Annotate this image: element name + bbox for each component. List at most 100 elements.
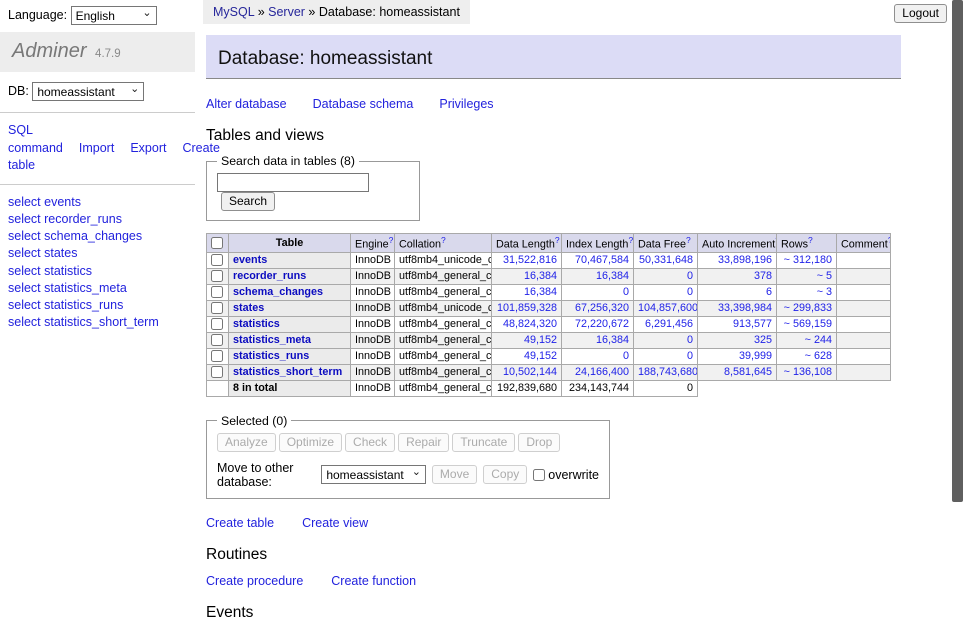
data-length-cell-link[interactable]: 16,384 bbox=[524, 286, 557, 298]
repair-button[interactable]: Repair bbox=[398, 433, 449, 452]
index-length-cell-link[interactable]: 16,384 bbox=[596, 270, 629, 282]
auto-increment-cell-link[interactable]: 378 bbox=[754, 270, 772, 282]
rows-count-cell-link[interactable]: ~ 5 bbox=[817, 270, 832, 282]
table-name-link[interactable]: statistics_short_term bbox=[233, 366, 342, 378]
rows-count-cell-link[interactable]: ~ 136,108 bbox=[784, 366, 832, 378]
breadcrumb-link[interactable]: MySQL bbox=[213, 5, 254, 19]
data-free-cell-link[interactable]: 188,743,680 bbox=[638, 366, 698, 378]
search-button[interactable]: Search bbox=[221, 192, 275, 211]
create-view-link[interactable]: Create view bbox=[302, 516, 368, 530]
table-name-link[interactable]: schema_changes bbox=[233, 286, 323, 298]
database-link[interactable]: Alter database bbox=[206, 97, 287, 111]
auto-increment-cell-link[interactable]: 325 bbox=[754, 334, 772, 346]
sidebar-action-link[interactable]: Import bbox=[79, 141, 114, 155]
check-all-checkbox[interactable] bbox=[211, 237, 223, 249]
overwrite-checkbox[interactable] bbox=[533, 469, 545, 481]
data-length-cell-link[interactable]: 31,522,816 bbox=[503, 254, 557, 266]
help-icon[interactable]: ? bbox=[441, 235, 446, 245]
index-length-cell-link[interactable]: 0 bbox=[623, 350, 629, 362]
rows-count-cell-link[interactable]: ~ 299,833 bbox=[784, 302, 832, 314]
data-length-cell-link[interactable]: 101,859,328 bbox=[497, 302, 557, 314]
row-checkbox[interactable] bbox=[211, 334, 223, 346]
row-checkbox[interactable] bbox=[211, 350, 223, 362]
move-button[interactable]: Move bbox=[432, 465, 477, 484]
sidebar-select-table-link[interactable]: select recorder_runs bbox=[8, 211, 122, 227]
database-link[interactable]: Privileges bbox=[439, 97, 493, 111]
data-free-cell-link[interactable]: 50,331,648 bbox=[639, 254, 693, 266]
table-name-link[interactable]: recorder_runs bbox=[233, 270, 306, 282]
move-database-select[interactable]: homeassistant ⌄ bbox=[321, 465, 426, 484]
data-length-cell-link[interactable]: 49,152 bbox=[524, 350, 557, 362]
data-free-cell-link[interactable]: 0 bbox=[687, 334, 693, 346]
create-table-link[interactable]: Create table bbox=[206, 516, 274, 530]
auto-increment-cell-link[interactable]: 6 bbox=[766, 286, 772, 298]
analyze-button[interactable]: Analyze bbox=[217, 433, 276, 452]
sidebar-action-link[interactable]: Export bbox=[130, 141, 166, 155]
truncate-button[interactable]: Truncate bbox=[452, 433, 515, 452]
sidebar-action-link[interactable]: SQL command bbox=[8, 123, 63, 155]
auto-increment-cell-link[interactable]: 913,577 bbox=[733, 318, 772, 330]
rows-count-cell-link[interactable]: ~ 628 bbox=[805, 350, 832, 362]
table-name-link[interactable]: statistics_runs bbox=[233, 350, 309, 362]
help-icon[interactable]: ? bbox=[888, 235, 891, 245]
data-length-cell-link[interactable]: 16,384 bbox=[524, 270, 557, 282]
create-procedure-link[interactable]: Create procedure bbox=[206, 574, 303, 588]
table-name-link[interactable]: states bbox=[233, 302, 264, 314]
language-select[interactable]: English ⌄ bbox=[71, 6, 157, 25]
data-free-cell-link[interactable]: 0 bbox=[687, 270, 693, 282]
auto-increment-cell-link[interactable]: 33,898,196 bbox=[718, 254, 772, 266]
table-name-link[interactable]: statistics bbox=[233, 318, 280, 330]
copy-button[interactable]: Copy bbox=[483, 465, 527, 484]
sidebar-select-table-link[interactable]: select statistics_runs bbox=[8, 297, 123, 313]
row-checkbox[interactable] bbox=[211, 270, 223, 282]
table-name-link[interactable]: events bbox=[233, 254, 267, 266]
row-checkbox[interactable] bbox=[211, 286, 223, 298]
rows-count-cell-link[interactable]: ~ 244 bbox=[805, 334, 832, 346]
row-checkbox[interactable] bbox=[211, 366, 223, 378]
breadcrumb-link[interactable]: Server bbox=[268, 5, 305, 19]
auto-increment-cell-link[interactable]: 39,999 bbox=[739, 350, 772, 362]
check-button[interactable]: Check bbox=[345, 433, 395, 452]
db-select[interactable]: homeassistant ⌄ bbox=[32, 82, 144, 101]
sidebar-select-table-link[interactable]: select events bbox=[8, 194, 81, 210]
data-free-cell-link[interactable]: 6,291,456 bbox=[645, 318, 693, 330]
logout-button[interactable]: Logout bbox=[894, 4, 947, 23]
help-icon[interactable]: ? bbox=[686, 235, 691, 245]
sidebar-select-table-link[interactable]: select statistics_meta bbox=[8, 280, 127, 296]
help-icon[interactable]: ? bbox=[555, 235, 560, 245]
database-link[interactable]: Database schema bbox=[313, 97, 414, 111]
sidebar-select-table-link[interactable]: select states bbox=[8, 245, 77, 261]
data-free-cell-link[interactable]: 0 bbox=[687, 350, 693, 362]
index-length-cell-link[interactable]: 70,467,584 bbox=[575, 254, 629, 266]
index-length-cell-link[interactable]: 0 bbox=[623, 286, 629, 298]
sidebar-select-table-link[interactable]: select schema_changes bbox=[8, 228, 142, 244]
drop-button[interactable]: Drop bbox=[518, 433, 560, 452]
rows-count-cell-link[interactable]: ~ 312,180 bbox=[784, 254, 832, 266]
data-length-cell-link[interactable]: 10,502,144 bbox=[503, 366, 557, 378]
index-length-cell-link[interactable]: 16,384 bbox=[596, 334, 629, 346]
index-length-cell-link[interactable]: 72,220,672 bbox=[575, 318, 629, 330]
optimize-button[interactable]: Optimize bbox=[279, 433, 342, 452]
rows-count-cell-link[interactable]: ~ 569,159 bbox=[784, 318, 832, 330]
rows-count-cell-link[interactable]: ~ 3 bbox=[817, 286, 832, 298]
help-icon[interactable]: ? bbox=[389, 235, 394, 245]
help-icon[interactable]: ? bbox=[628, 235, 633, 245]
index-length-cell-link[interactable]: 24,166,400 bbox=[575, 366, 629, 378]
row-checkbox[interactable] bbox=[211, 318, 223, 330]
auto-increment-cell-link[interactable]: 33,398,984 bbox=[718, 302, 772, 314]
sidebar-select-table-link[interactable]: select statistics bbox=[8, 263, 92, 279]
data-free-cell-link[interactable]: 104,857,600 bbox=[638, 302, 698, 314]
row-checkbox[interactable] bbox=[211, 254, 223, 266]
row-checkbox[interactable] bbox=[211, 302, 223, 314]
help-icon[interactable]: ? bbox=[808, 235, 813, 245]
auto-increment-cell-link[interactable]: 8,581,645 bbox=[724, 366, 772, 378]
data-length-cell-link[interactable]: 48,824,320 bbox=[503, 318, 557, 330]
scrollbar-thumb[interactable] bbox=[952, 0, 963, 502]
table-name-link[interactable]: statistics_meta bbox=[233, 334, 311, 346]
index-length-cell-link[interactable]: 67,256,320 bbox=[575, 302, 629, 314]
data-free-cell-link[interactable]: 0 bbox=[687, 286, 693, 298]
sidebar-select-table-link[interactable]: select statistics_short_term bbox=[8, 314, 159, 330]
data-length-cell-link[interactable]: 49,152 bbox=[524, 334, 557, 346]
create-function-link[interactable]: Create function bbox=[331, 574, 416, 588]
search-input[interactable] bbox=[217, 173, 369, 192]
